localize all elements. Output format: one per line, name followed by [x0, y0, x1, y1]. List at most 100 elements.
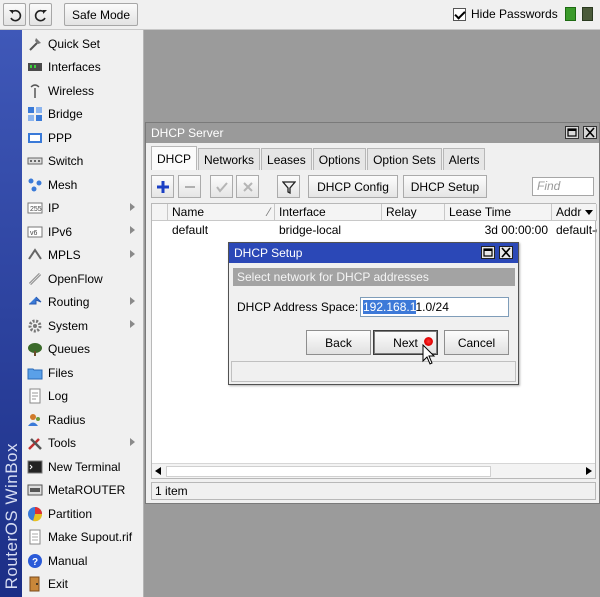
sidebar-item-label: New Terminal — [48, 459, 121, 474]
tab-bar: DHCP Networks Leases Options Option Sets… — [151, 146, 486, 170]
submenu-arrow-icon — [130, 437, 135, 446]
submenu-arrow-icon — [130, 296, 135, 305]
sidebar-item-ipv6[interactable]: v6 IPv6 — [22, 220, 144, 243]
dhcp-address-space-input[interactable]: 192.168.11.0/24 — [360, 297, 509, 317]
tab-dhcp[interactable]: DHCP — [151, 146, 198, 170]
add-button[interactable] — [151, 175, 174, 198]
sidebar-item-routing[interactable]: Routing — [22, 291, 144, 314]
tab-leases[interactable]: Leases — [261, 148, 312, 170]
tab-alerts[interactable]: Alerts — [442, 148, 486, 170]
sidebar-item-make-supout-rif[interactable]: Make Supout.rif — [22, 526, 144, 549]
column-header-relay[interactable]: Relay — [382, 204, 445, 221]
mesh-icon — [26, 177, 44, 193]
back-button[interactable]: Back — [306, 330, 371, 355]
window-toolbar: DHCP Config DHCP Setup Find — [151, 175, 596, 200]
tab-option-sets[interactable]: Option Sets — [367, 148, 442, 170]
scroll-left-icon[interactable] — [155, 467, 161, 475]
remove-button[interactable] — [178, 175, 201, 198]
dhcp-setup-dialog: DHCP Setup Select network for DHCP addre… — [228, 242, 519, 385]
dialog-close-button[interactable] — [499, 246, 513, 259]
enable-button[interactable] — [210, 175, 233, 198]
sidebar-item-label: PPP — [48, 130, 73, 145]
sidebar-item-wireless[interactable]: Wireless — [22, 79, 144, 102]
sidebar-item-openflow[interactable]: OpenFlow — [22, 267, 144, 290]
mouse-cursor-icon — [422, 344, 436, 365]
column-header-interface[interactable]: Interface — [275, 204, 382, 221]
column-menu-icon[interactable] — [585, 210, 593, 215]
table-header-select[interactable] — [152, 204, 168, 221]
sidebar-item-label: Exit — [48, 577, 69, 591]
sidebar-item-manual[interactable]: ? Manual — [22, 549, 144, 572]
scrollbar-thumb[interactable] — [166, 466, 491, 477]
scroll-right-icon[interactable] — [586, 467, 592, 475]
cell-name: default — [172, 223, 209, 237]
plus-icon — [156, 180, 169, 193]
sidebar-item-metarouter[interactable]: MetaROUTER — [22, 479, 144, 502]
window-titlebar[interactable]: DHCP Server — [146, 123, 599, 143]
sidebar-item-ppp[interactable]: PPP — [22, 126, 144, 149]
column-header-addr[interactable]: Addr — [552, 204, 597, 221]
tab-networks[interactable]: Networks — [198, 148, 261, 170]
sidebar-item-mesh[interactable]: Mesh — [22, 173, 144, 196]
sidebar-item-interfaces[interactable]: Interfaces — [22, 56, 144, 79]
exit-icon — [26, 576, 44, 592]
restore-button[interactable] — [565, 126, 579, 139]
system-icon — [26, 318, 44, 334]
sidebar-item-switch[interactable]: Switch — [22, 150, 144, 173]
brand-strip: RouterOS WinBox — [0, 30, 22, 597]
dhcp-setup-button[interactable]: DHCP Setup — [403, 175, 487, 198]
sidebar-item-quick-set[interactable]: Quick Set — [22, 32, 144, 55]
tools-icon — [26, 435, 44, 451]
hide-passwords-checkbox[interactable] — [453, 7, 466, 21]
cell-addr: default-c — [556, 223, 597, 237]
partition-icon — [26, 506, 44, 522]
sidebar-item-label: Tools — [48, 436, 77, 450]
tab-options[interactable]: Options — [312, 148, 367, 170]
check-icon — [215, 181, 228, 193]
sidebar-item-exit[interactable]: Exit — [22, 573, 144, 596]
sidebar-item-label: IP — [48, 201, 60, 215]
top-toolbar: Safe Mode Hide Passwords — [0, 0, 600, 30]
horizontal-scrollbar[interactable] — [152, 463, 595, 478]
sidebar-item-label: Log — [48, 389, 69, 403]
close-icon — [501, 247, 511, 258]
sidebar-item-queues[interactable]: Queues — [22, 338, 144, 361]
cell-interface: bridge-local — [279, 223, 342, 237]
sidebar-item-label: Manual — [48, 553, 88, 568]
sidebar-item-files[interactable]: Files — [22, 361, 144, 384]
column-header-name[interactable]: Name ⁄ — [168, 204, 275, 221]
sidebar-item-partition[interactable]: Partition — [22, 502, 144, 525]
undo-button[interactable] — [3, 3, 26, 26]
dialog-restore-button[interactable] — [481, 246, 495, 259]
redo-button[interactable] — [29, 3, 52, 26]
cancel-button[interactable]: Cancel — [444, 330, 509, 355]
metarouter-icon — [26, 482, 44, 498]
sidebar-item-label: MetaROUTER — [48, 483, 126, 497]
ip-icon: 255 — [26, 200, 44, 216]
sidebar-item-ip[interactable]: 255 IP — [22, 197, 144, 220]
find-input[interactable]: Find — [532, 177, 594, 196]
filter-button[interactable] — [277, 175, 300, 198]
sidebar-item-bridge[interactable]: Bridge — [22, 103, 144, 126]
sidebar-item-label: Files — [48, 365, 74, 380]
column-header-lease-time[interactable]: Lease Time — [445, 204, 552, 221]
safe-mode-button[interactable]: Safe Mode — [64, 3, 138, 26]
sidebar-item-system[interactable]: System — [22, 314, 144, 337]
disable-button[interactable] — [236, 175, 259, 198]
hide-passwords-toggle[interactable]: Hide Passwords — [453, 7, 558, 21]
dialog-status-bar — [231, 361, 516, 382]
restore-icon — [567, 128, 577, 137]
sidebar-item-mpls[interactable]: MPLS — [22, 244, 144, 267]
dialog-titlebar[interactable]: DHCP Setup — [229, 243, 518, 263]
sidebar-item-radius[interactable]: Radius — [22, 408, 144, 431]
restore-icon — [483, 248, 493, 257]
cell-lease-time: 3d 00:00:00 — [484, 223, 548, 237]
sidebar-item-tools[interactable]: Tools — [22, 432, 144, 455]
dhcp-config-button[interactable]: DHCP Config — [308, 175, 398, 198]
cross-icon — [242, 181, 253, 192]
svg-text:255: 255 — [30, 206, 42, 213]
close-button[interactable] — [583, 126, 597, 139]
sidebar-item-log[interactable]: Log — [22, 385, 144, 408]
sidebar-item-new-terminal[interactable]: New Terminal — [22, 455, 144, 478]
queues-icon — [26, 341, 44, 357]
